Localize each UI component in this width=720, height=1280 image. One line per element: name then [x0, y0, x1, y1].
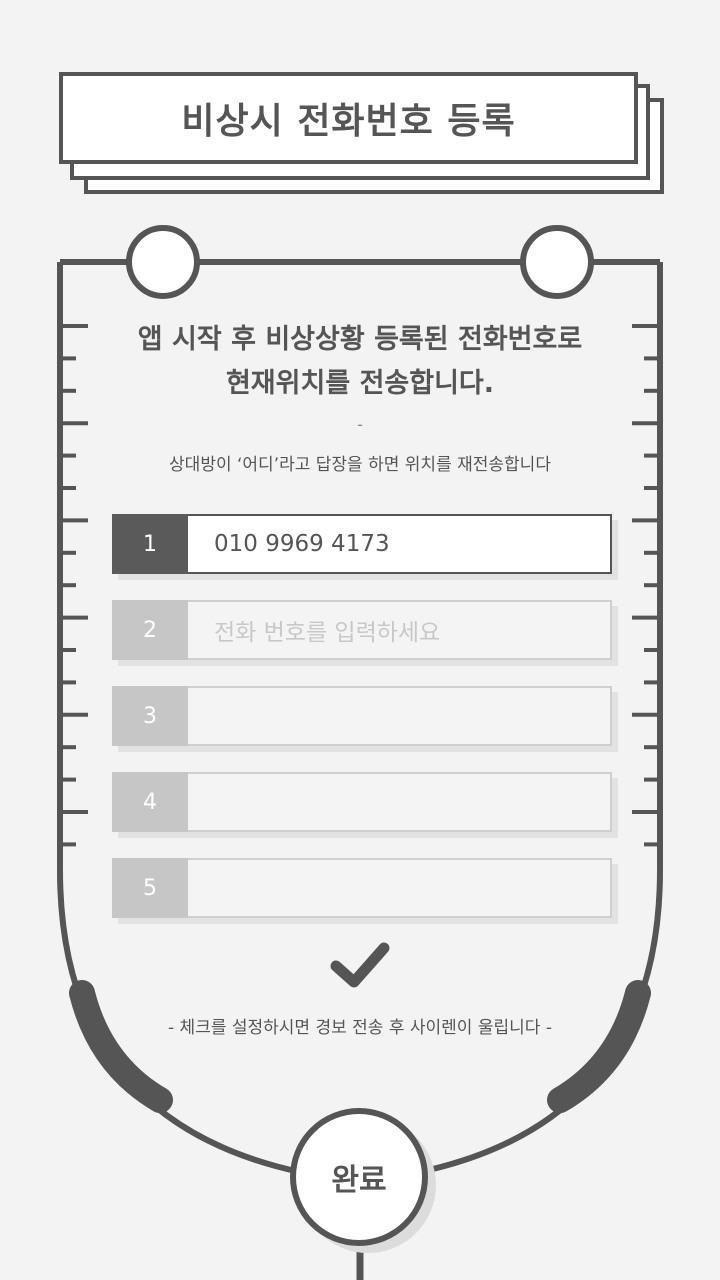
phone-index-3: 3	[112, 686, 188, 746]
description-line-2: 현재위치를 전송합니다.	[225, 368, 495, 399]
phone-index-5: 5	[112, 858, 188, 918]
phone-row-3[interactable]: 3	[112, 686, 618, 752]
phone-row-1[interactable]: 1 010 9969 4173	[112, 514, 618, 580]
phone-row-4[interactable]: 4	[112, 772, 618, 838]
phone-input-2[interactable]: 전화 번호를 입력하세요	[188, 600, 612, 660]
siren-check-toggle[interactable]	[326, 938, 392, 994]
done-button-label: 완료	[331, 1163, 387, 1198]
phone-index-4: 4	[112, 772, 188, 832]
phone-row-5[interactable]: 5	[112, 858, 618, 924]
ring-right-icon	[520, 225, 594, 299]
description-sub: 상대방이 ‘어디’라고 답장을 하면 위치를 재전송합니다	[169, 455, 551, 475]
phone-index-2: 2	[112, 600, 188, 660]
done-button[interactable]: 완료	[290, 1108, 428, 1246]
phone-input-1[interactable]: 010 9969 4173	[188, 514, 612, 574]
page-title: 비상시 전화번호 등록	[181, 101, 516, 142]
description-separator: -	[357, 415, 363, 434]
phone-input-3[interactable]	[188, 686, 612, 746]
siren-note: - 체크를 설정하시면 경보 전송 후 사이렌이 울립니다 -	[168, 1018, 552, 1038]
title-card: 비상시 전화번호 등록	[59, 72, 638, 164]
phone-row-2[interactable]: 2 전화 번호를 입력하세요	[112, 600, 618, 666]
phone-index-1: 1	[112, 514, 188, 574]
check-icon	[330, 942, 390, 988]
phone-input-5[interactable]	[188, 858, 612, 918]
ring-left-icon	[126, 225, 200, 299]
description-line-1: 앱 시작 후 비상상황 등록된 전화번호로	[137, 324, 583, 355]
phone-input-4[interactable]	[188, 772, 612, 832]
description-main: 앱 시작 후 비상상황 등록된 전화번호로 현재위치를 전송합니다.	[0, 318, 720, 406]
